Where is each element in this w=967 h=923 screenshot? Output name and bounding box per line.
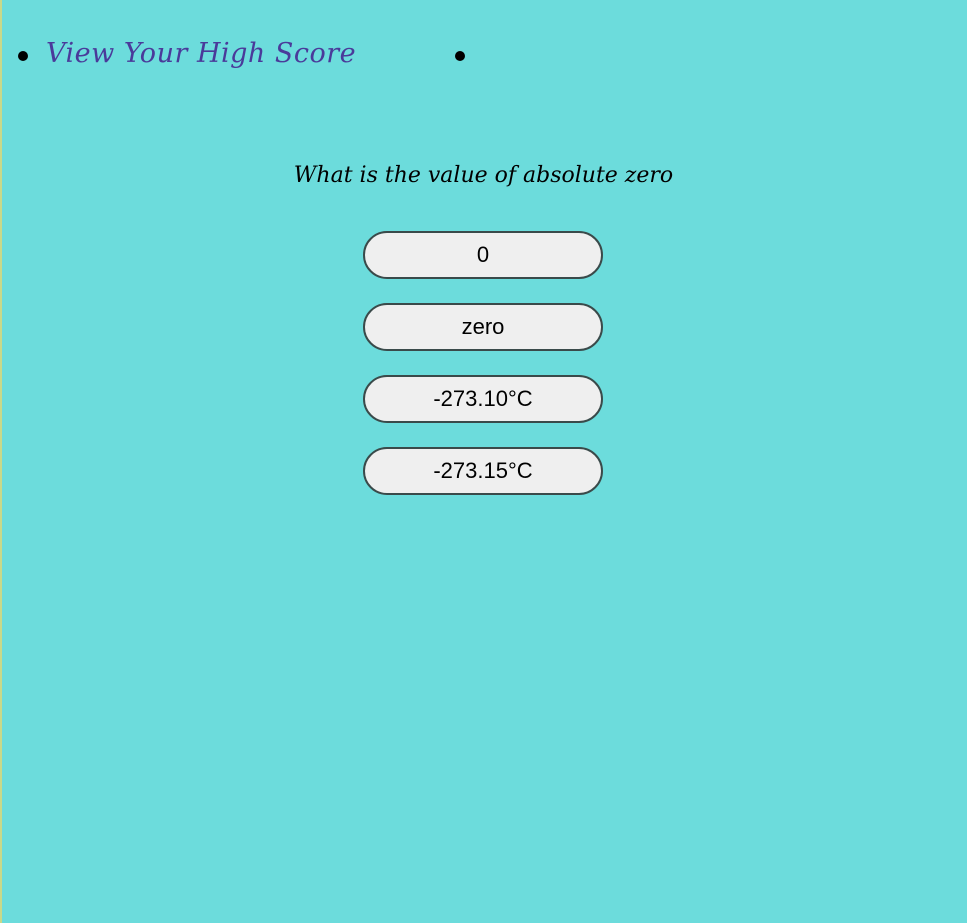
view-high-score-link[interactable]: View Your High Score — [46, 38, 356, 69]
answer-button-1[interactable]: 0 — [363, 231, 603, 279]
answer-list: 0 zero -273.10°C -273.15°C — [363, 231, 603, 519]
question-text: What is the value of absolute zero — [293, 163, 674, 188]
answer-button-3[interactable]: -273.10°C — [363, 375, 603, 423]
answer-button-2[interactable]: zero — [363, 303, 603, 351]
nav-list: View Your High Score — [0, 0, 967, 110]
list-bullet-high-score — [18, 51, 28, 61]
list-bullet-timer — [455, 51, 465, 61]
answer-button-4[interactable]: -273.15°C — [363, 447, 603, 495]
page-left-border — [0, 0, 2, 923]
